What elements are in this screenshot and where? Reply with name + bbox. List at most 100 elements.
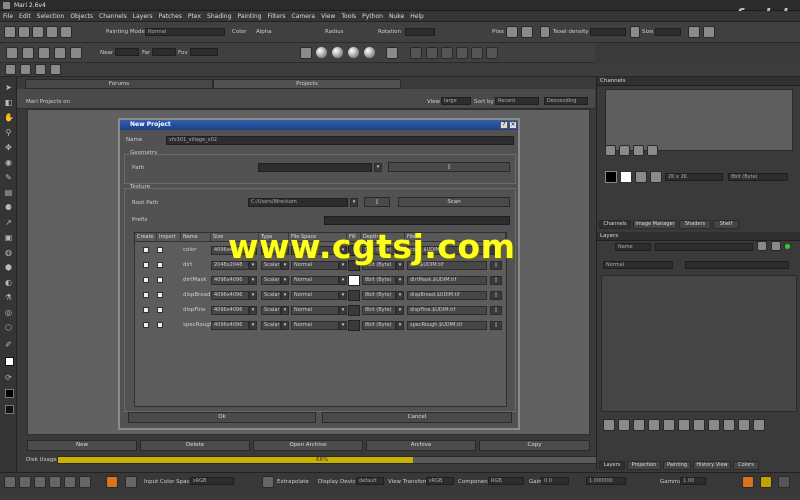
browse-file-icon[interactable]: ▯ — [490, 306, 502, 315]
view-select[interactable]: large — [441, 97, 471, 105]
tab-colors[interactable]: Colors — [733, 461, 759, 470]
lasso-tool-icon[interactable]: ◧ — [4, 98, 13, 107]
mask-tool-icon[interactable]: ◎ — [4, 308, 13, 317]
channel-depth-select[interactable]: 8bit (Byte) — [728, 173, 788, 181]
fill-swatch[interactable] — [348, 275, 360, 286]
new-project-button[interactable]: New — [27, 440, 137, 451]
depth-select[interactable]: 8bit (Byte) — [362, 321, 396, 330]
import-checkbox[interactable] — [157, 307, 163, 313]
dolly-tool-icon[interactable] — [79, 476, 91, 488]
ptex-tool-icon[interactable]: ⬡ — [4, 323, 13, 332]
hose-tool-icon[interactable]: ⚗ — [4, 293, 13, 302]
file-name-field[interactable]: specRough.$UDIM.tif — [407, 321, 487, 330]
browse-file-icon[interactable]: ▯ — [490, 276, 502, 285]
prefix-input[interactable] — [324, 216, 510, 225]
create-checkbox[interactable] — [143, 322, 149, 328]
size-select[interactable]: 4096x4096 — [211, 291, 249, 300]
create-checkbox[interactable] — [143, 307, 149, 313]
stencil-icon[interactable] — [60, 26, 72, 38]
gain-select[interactable]: 0.0 — [541, 477, 569, 485]
size-dropdown-icon[interactable]: ▾ — [249, 276, 257, 285]
menu-layers[interactable]: Layers — [130, 11, 156, 20]
menu-patches[interactable]: Patches — [156, 11, 185, 20]
display-device-select[interactable]: default — [356, 477, 384, 485]
depth-dropdown-icon[interactable]: ▾ — [396, 291, 404, 300]
file-space-select[interactable]: Normal — [291, 291, 339, 300]
specular-ball-icon[interactable] — [348, 47, 359, 58]
type-dropdown-icon[interactable]: ▾ — [281, 306, 289, 315]
file-space-dropdown-icon[interactable]: ▾ — [339, 276, 347, 285]
path-dropdown-icon[interactable]: ▾ — [374, 163, 382, 172]
tab-painting[interactable]: Painting — [663, 461, 691, 470]
lut-icon[interactable] — [778, 476, 790, 488]
size-select[interactable]: 4096x4096 — [211, 321, 249, 330]
cancel-button[interactable]: Cancel — [322, 412, 512, 423]
ortho-icon[interactable] — [54, 47, 66, 59]
type-dropdown-icon[interactable]: ▾ — [281, 291, 289, 300]
clear-search-icon[interactable] — [757, 241, 767, 251]
browse-root-button[interactable]: ▯ — [364, 197, 390, 207]
swap-colors-icon[interactable]: ⟳ — [4, 373, 13, 382]
import-checkbox[interactable] — [157, 247, 163, 253]
file-name-field[interactable]: dispFine.$UDIM.tif — [407, 306, 487, 315]
menu-shading[interactable]: Shading — [204, 11, 234, 20]
persp-icon[interactable] — [70, 47, 82, 59]
size-icon[interactable] — [630, 26, 640, 38]
ptex-icon[interactable] — [506, 26, 518, 38]
copy-project-button[interactable]: Copy — [479, 440, 590, 451]
paint-buffer-icon[interactable] — [32, 26, 44, 38]
depth-dropdown-icon[interactable]: ▾ — [396, 276, 404, 285]
add-group-icon[interactable] — [663, 419, 675, 431]
brush-preset-icon[interactable] — [18, 26, 30, 38]
depth-select[interactable]: 8bit (Byte) — [362, 306, 396, 315]
fill-swatch[interactable] — [348, 305, 360, 316]
menu-channels[interactable]: Channels — [96, 11, 130, 20]
create-checkbox[interactable] — [143, 292, 149, 298]
texel-icon[interactable] — [540, 26, 550, 38]
select-tool-icon[interactable]: ➤ — [4, 83, 13, 92]
apply-icon[interactable] — [688, 26, 700, 38]
wireframe-icon[interactable] — [386, 47, 398, 59]
layers-name-filter[interactable]: Name — [615, 243, 651, 251]
shaded-ball-icon[interactable] — [316, 47, 327, 58]
alpha-swatch[interactable] — [5, 405, 14, 414]
move-icon[interactable] — [426, 47, 438, 59]
ptex-settings-icon[interactable] — [521, 26, 533, 38]
dialog-help-button[interactable]: ? — [500, 121, 508, 129]
duplicate-channel-icon[interactable] — [619, 145, 630, 156]
channel-checker-icon[interactable] — [650, 171, 662, 183]
menu-view[interactable]: View — [318, 11, 338, 20]
flat-shading-icon[interactable] — [300, 47, 312, 59]
browse-file-icon[interactable]: ▯ — [490, 291, 502, 300]
arrow-tool-icon[interactable] — [4, 476, 16, 488]
flatten-channel-icon[interactable] — [647, 145, 658, 156]
menu-help[interactable]: Help — [407, 11, 427, 20]
browse-geometry-button[interactable]: ▯ — [388, 162, 510, 172]
fill-swatch[interactable] — [348, 320, 360, 331]
file-space-dropdown-icon[interactable]: ▾ — [339, 291, 347, 300]
layer-blend-select[interactable]: Normal — [603, 261, 673, 269]
paint-mode-select[interactable]: Normal — [145, 28, 225, 36]
texel-density-field[interactable] — [590, 28, 626, 36]
file-space-dropdown-icon[interactable]: ▾ — [339, 306, 347, 315]
menu-selection[interactable]: Selection — [34, 11, 68, 20]
lut-toggle-icon[interactable] — [106, 476, 118, 488]
channel-fill-icon[interactable] — [635, 171, 647, 183]
scale-icon[interactable] — [456, 47, 468, 59]
add-icon[interactable] — [410, 47, 422, 59]
paint-tool-icon[interactable]: ◉ — [4, 158, 13, 167]
tab-history-view[interactable]: History View — [693, 461, 731, 470]
order-select[interactable]: Descending — [544, 97, 588, 105]
smear-tool-icon[interactable]: ↗ — [4, 218, 13, 227]
geometry-path-select[interactable] — [258, 163, 372, 172]
project-name-input[interactable]: vfx301_village_v02 — [166, 136, 514, 145]
rotation-field[interactable] — [405, 28, 435, 36]
depth-select[interactable]: 8bit (Byte) — [362, 291, 396, 300]
tab-channels[interactable]: Channels — [599, 220, 631, 229]
layer-stack-icon[interactable] — [5, 64, 16, 75]
rotate-icon[interactable] — [441, 47, 453, 59]
type-select[interactable]: Scalar — [261, 276, 281, 285]
menu-tools[interactable]: Tools — [338, 11, 359, 20]
fill-tool-icon[interactable]: ⬢ — [4, 263, 13, 272]
move-tool-icon[interactable] — [19, 476, 31, 488]
